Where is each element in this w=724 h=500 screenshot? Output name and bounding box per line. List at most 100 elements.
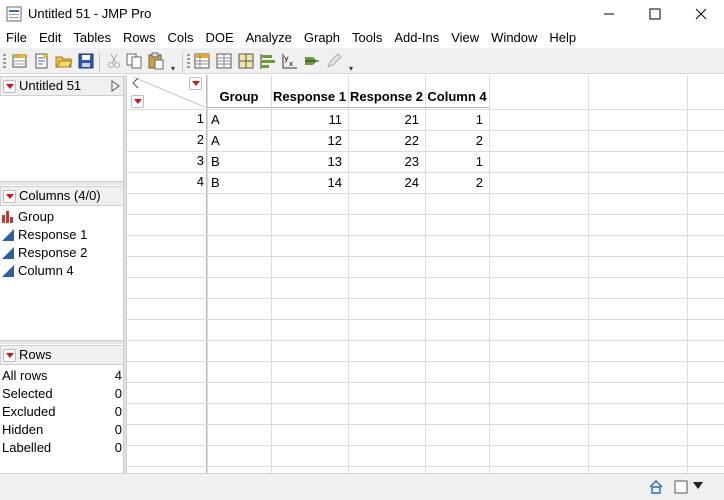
rows-summary-item[interactable]: Hidden 0	[2, 421, 122, 439]
column-header[interactable]: Column 4	[425, 75, 489, 108]
rows-summary-label: Labelled	[2, 440, 52, 455]
rows-summary-value: 0	[114, 404, 122, 419]
rows-summary-item[interactable]: Labelled 0	[2, 439, 122, 457]
table-cell[interactable]: 1	[425, 151, 489, 172]
dropdown-arrow-icon[interactable]	[693, 482, 703, 490]
grid-column-line	[489, 75, 490, 473]
continuous-icon	[2, 265, 14, 277]
menu-window[interactable]: Window	[485, 28, 543, 48]
menu-rows[interactable]: Rows	[117, 28, 162, 48]
table-cell[interactable]: 22	[348, 130, 425, 151]
continuous-icon	[2, 229, 14, 241]
continuous-icon	[2, 247, 14, 259]
column-list-item[interactable]: Response 1	[0, 226, 87, 244]
table-cell[interactable]: 24	[348, 172, 425, 193]
table-cell[interactable]: 21	[348, 109, 425, 130]
new-script-icon[interactable]	[33, 52, 51, 70]
menu-view[interactable]: View	[445, 28, 485, 48]
menu-analyze[interactable]: Analyze	[240, 28, 298, 48]
column-list-item[interactable]: Column 4	[0, 262, 74, 280]
copy-icon[interactable]	[125, 52, 143, 70]
table-name: Untitled 51	[19, 78, 82, 93]
table-cell[interactable]: 14	[271, 172, 348, 193]
row-number[interactable]: 4	[127, 172, 204, 192]
menu-cols[interactable]: Cols	[161, 28, 199, 48]
fit-model-icon[interactable]: yx	[281, 52, 299, 70]
menu-tables[interactable]: Tables	[67, 28, 117, 48]
row-number[interactable]: 1	[127, 109, 204, 129]
columns-red-triangle-icon[interactable]	[189, 77, 202, 90]
panel-divider[interactable]	[0, 340, 124, 344]
table-cell[interactable]: A	[207, 130, 271, 151]
menu-add-ins[interactable]: Add-Ins	[388, 28, 445, 48]
menu-tools[interactable]: Tools	[346, 28, 388, 48]
rows-panel-header[interactable]: Rows	[0, 345, 124, 365]
table-red-triangle-icon[interactable]	[3, 80, 16, 93]
toolbar-separator	[99, 52, 100, 72]
edit-icon[interactable]	[325, 52, 343, 70]
toolbar-overflow-icon[interactable]: ▾	[349, 64, 353, 73]
open-icon[interactable]	[55, 52, 73, 70]
close-button[interactable]	[678, 0, 724, 28]
table-cell[interactable]: B	[207, 172, 271, 193]
menu-graph[interactable]: Graph	[298, 28, 346, 48]
column-name: Response 2	[18, 245, 88, 260]
tabulate-icon[interactable]	[237, 52, 255, 70]
column-header[interactable]: Response 2	[348, 75, 425, 108]
maximize-button[interactable]	[632, 0, 678, 28]
new-data-table-icon[interactable]	[11, 52, 29, 70]
graph-builder-icon[interactable]	[303, 52, 321, 70]
table-panel-header[interactable]: Untitled 51	[0, 76, 124, 96]
left-panels: Untitled 51 Columns (4/0) Group Response …	[0, 75, 126, 473]
columns-panel-header[interactable]: Columns (4/0)	[0, 186, 124, 206]
rows-red-triangle-icon[interactable]	[131, 95, 144, 108]
rows-summary-label: Excluded	[2, 404, 56, 419]
table-list-icon[interactable]	[215, 52, 233, 70]
toolbar-grip-handle[interactable]	[3, 54, 6, 70]
row-number[interactable]: 2	[127, 130, 204, 150]
distribution-icon[interactable]	[259, 52, 277, 70]
table-cell[interactable]: 23	[348, 151, 425, 172]
status-bar	[0, 473, 724, 500]
table-cell[interactable]: 2	[425, 172, 489, 193]
save-icon[interactable]	[77, 52, 95, 70]
column-list-item[interactable]: Response 2	[0, 244, 87, 262]
table-cell[interactable]: 11	[271, 109, 348, 130]
minimize-button[interactable]	[586, 0, 632, 28]
grid-row-line	[127, 235, 724, 236]
rows-summary-value: 4	[114, 368, 122, 383]
column-header[interactable]: Group	[207, 75, 271, 108]
table-cell[interactable]: B	[207, 151, 271, 172]
data-table-icon[interactable]	[193, 52, 211, 70]
column-header[interactable]: Response 1	[271, 75, 348, 108]
panel-divider[interactable]	[0, 181, 124, 185]
menu-doe[interactable]: DOE	[199, 28, 239, 48]
menu-edit[interactable]: Edit	[33, 28, 67, 48]
table-cell[interactable]: 1	[425, 109, 489, 130]
rows-summary-item[interactable]: All rows 4	[2, 367, 122, 385]
rows-summary-item[interactable]: Excluded 0	[2, 403, 122, 421]
grid-column-line	[588, 75, 589, 473]
column-list-item[interactable]: Group	[0, 208, 54, 226]
rows-red-triangle-icon[interactable]	[3, 349, 16, 362]
window-list-icon[interactable]	[674, 480, 688, 494]
home-icon[interactable]	[648, 480, 664, 494]
rows-summary-item[interactable]: Selected 0	[2, 385, 122, 403]
grid-column-line	[687, 75, 688, 473]
table-cell[interactable]: 13	[271, 151, 348, 172]
grid-row-line	[127, 445, 724, 446]
menu-help[interactable]: Help	[543, 28, 582, 48]
table-cell[interactable]: 2	[425, 130, 489, 151]
paste-icon[interactable]	[147, 52, 165, 70]
menu-file[interactable]: File	[0, 28, 33, 48]
row-number[interactable]: 3	[127, 151, 204, 171]
collapse-arrow-icon[interactable]	[111, 80, 120, 92]
table-cell[interactable]: A	[207, 109, 271, 130]
grid-row-line	[127, 340, 724, 341]
toolbar-grip-handle[interactable]	[187, 54, 190, 70]
maximize-icon	[649, 8, 661, 20]
toolbar-overflow-icon[interactable]: ▾	[171, 64, 175, 73]
table-cell[interactable]: 12	[271, 130, 348, 151]
columns-red-triangle-icon[interactable]	[3, 190, 16, 203]
cut-icon[interactable]	[105, 52, 123, 70]
